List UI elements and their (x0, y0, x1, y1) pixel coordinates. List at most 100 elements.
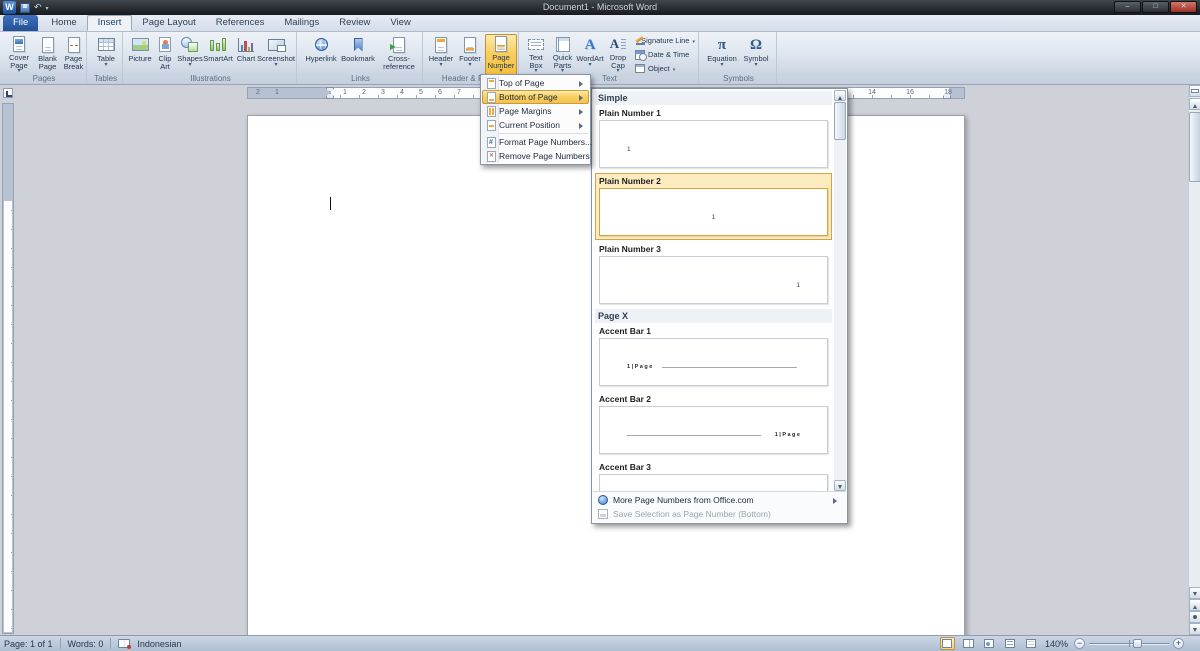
tab-file[interactable]: File (3, 15, 38, 31)
gallery-scroll-up-button[interactable] (834, 90, 846, 101)
previous-page-button[interactable] (1189, 599, 1200, 611)
blank-page-button[interactable]: Blank Page (35, 34, 60, 75)
quick-parts-button[interactable]: Quick Parts (549, 34, 576, 75)
ruler-tick: 1 (339, 89, 351, 97)
smartart-button[interactable]: SmartArt (203, 34, 233, 75)
tab-mailings[interactable]: Mailings (274, 15, 329, 31)
shapes-button[interactable]: Shapes (177, 34, 203, 75)
tab-page-layout[interactable]: Page Layout (132, 15, 205, 31)
tab-references[interactable]: References (206, 15, 275, 31)
zoom-out-icon[interactable]: − (1074, 638, 1085, 649)
save-selection-label: Save Selection as Page Number (Bottom) (613, 509, 771, 519)
menu-item-remove-page-numbers[interactable]: Remove Page Numbers (482, 149, 589, 163)
zoom-slider[interactable]: − + (1074, 638, 1184, 649)
minimize-button[interactable]: – (1114, 1, 1141, 13)
gallery-item-preview: 1 | P a g e (599, 406, 828, 454)
equation-button[interactable]: π Equation (705, 34, 739, 75)
scrollbar-thumb[interactable] (1189, 112, 1200, 182)
web-layout-view-button[interactable] (982, 637, 997, 650)
outline-view-button[interactable] (1003, 637, 1018, 650)
tab-insert[interactable]: Insert (87, 15, 133, 31)
gallery-item-plain-number-3[interactable]: Plain Number 3 1 (595, 241, 832, 308)
zoom-track[interactable] (1089, 638, 1169, 649)
page-number-button[interactable]: Page Number (485, 34, 517, 75)
zoom-level[interactable]: 140% (1045, 639, 1068, 649)
print-layout-view-button[interactable] (940, 637, 955, 650)
preview-page-number: 1 (796, 282, 800, 289)
gallery-scroll-down-button[interactable] (834, 480, 846, 491)
chart-button[interactable]: Chart (233, 34, 259, 75)
zoom-thumb[interactable] (1133, 639, 1142, 648)
gallery-section-simple: Simple (595, 91, 832, 105)
save-icon[interactable] (20, 3, 30, 13)
signature-line-button[interactable]: Signature Line (633, 34, 697, 47)
cross-reference-button[interactable]: Cross-reference (377, 34, 421, 75)
fullscreen-reading-view-button[interactable] (961, 637, 976, 650)
gallery-item-plain-number-2[interactable]: Plain Number 2 1 (595, 173, 832, 240)
menu-item-bottom-of-page[interactable]: Bottom of Page (482, 90, 589, 104)
scroll-up-button[interactable] (1189, 98, 1200, 110)
menu-item-top-of-page[interactable]: Top of Page (482, 76, 589, 90)
tab-selector-button[interactable] (0, 85, 16, 100)
signature-line-icon (635, 35, 638, 46)
gallery-item-plain-number-1[interactable]: Plain Number 1 1 (595, 105, 832, 172)
page-indicator[interactable]: Page: 1 of 1 (4, 639, 53, 649)
tab-view[interactable]: View (380, 15, 420, 31)
gallery-item-accent-bar-2[interactable]: Accent Bar 2 1 | P a g e (595, 391, 832, 458)
ribbon-group-illustrations: Picture Clip Art Shapes SmartArt Chart (125, 32, 297, 84)
more-page-numbers-menu-item[interactable]: More Page Numbers from Office.com (595, 493, 844, 507)
screenshot-button[interactable]: Screenshot (259, 34, 293, 75)
symbol-button[interactable]: Ω Symbol (741, 34, 771, 75)
zoom-in-icon[interactable]: + (1173, 638, 1184, 649)
group-label-illustrations: Illustrations (125, 74, 296, 83)
outline-view-icon (1005, 639, 1015, 648)
next-page-icon (1193, 628, 1197, 634)
header-button[interactable]: Header (427, 34, 455, 75)
language-indicator[interactable]: Indonesian (137, 639, 181, 649)
cover-page-button[interactable]: Cover Page (4, 34, 34, 75)
menu-item-current-position[interactable]: Current Position (482, 118, 589, 132)
clip-art-button[interactable]: Clip Art (153, 34, 177, 75)
ruler-tick: 2 (252, 89, 264, 97)
bookmark-button[interactable]: Bookmark (341, 34, 375, 75)
maximize-button[interactable]: □ (1142, 1, 1169, 13)
word-app-icon[interactable]: W (3, 1, 16, 14)
group-label-symbols: Symbols (701, 74, 776, 83)
vertical-ruler[interactable] (2, 103, 14, 634)
gallery-item-preview: 1 (599, 188, 828, 236)
draft-view-button[interactable] (1024, 637, 1039, 650)
gallery-item-accent-bar-1[interactable]: Accent Bar 1 1 | P a g e (595, 323, 832, 390)
next-page-button[interactable] (1189, 623, 1200, 635)
hyperlink-button[interactable]: Hyperlink (303, 34, 339, 75)
drop-cap-label: Drop Cap (605, 54, 631, 69)
view-ruler-toggle-button[interactable] (1189, 85, 1200, 97)
print-layout-icon (942, 639, 952, 648)
table-button[interactable]: Table (91, 34, 121, 75)
gallery-scrollbar-thumb[interactable] (834, 102, 846, 140)
wordart-button[interactable]: A WordArt (576, 34, 604, 75)
qat-customize-arrow-icon[interactable] (46, 2, 49, 13)
tab-home[interactable]: Home (41, 15, 86, 31)
blank-page-icon (42, 35, 54, 54)
text-box-button[interactable]: Text Box (523, 34, 549, 75)
select-browse-object-button[interactable] (1189, 611, 1200, 623)
proofing-status-icon[interactable] (118, 639, 130, 648)
picture-button[interactable]: Picture (127, 34, 153, 75)
gallery-item-accent-bar-3[interactable]: Accent Bar 3 Page | 1 (595, 459, 832, 491)
gallery-scrollbar[interactable] (834, 90, 846, 491)
date-time-button[interactable]: Date & Time (633, 48, 697, 61)
menu-item-page-margins[interactable]: Page Margins (482, 104, 589, 118)
date-time-label: Date & Time (648, 50, 689, 59)
clip-art-label: Clip Art (154, 55, 176, 70)
close-button[interactable]: ✕ (1170, 1, 1197, 13)
footer-button[interactable]: Footer (456, 34, 484, 75)
tab-review[interactable]: Review (329, 15, 380, 31)
page-break-button[interactable]: Page Break (61, 34, 86, 75)
word-count[interactable]: Words: 0 (68, 639, 104, 649)
undo-icon[interactable]: ↶ (34, 1, 42, 14)
document-scrollbar[interactable] (1188, 85, 1200, 635)
gallery-scroll-area: Simple Plain Number 1 1 Plain Number 2 1… (593, 90, 834, 491)
drop-cap-button[interactable]: A Drop Cap (604, 34, 632, 75)
menu-item-format-page-numbers[interactable]: Format Page Numbers... (482, 135, 589, 149)
scroll-down-button[interactable] (1189, 587, 1200, 599)
